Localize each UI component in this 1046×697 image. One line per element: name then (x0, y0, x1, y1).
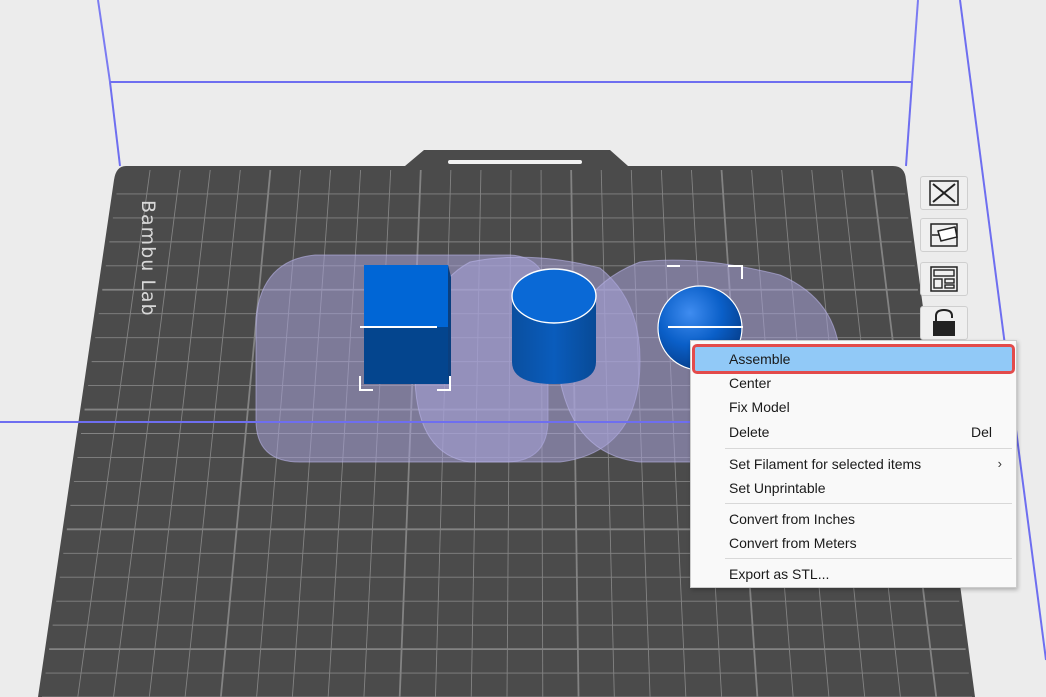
menu-item-export-stl[interactable]: Export as STL... (695, 562, 1012, 586)
menu-item-set-unprintable[interactable]: Set Unprintable (695, 476, 1012, 500)
menu-item-label: Set Unprintable (729, 480, 826, 496)
close-x-icon (929, 180, 959, 206)
menu-item-label: Export as STL... (729, 566, 830, 582)
menu-separator (725, 503, 1012, 504)
lock-button[interactable] (920, 306, 968, 340)
menu-item-assemble[interactable]: Assemble (692, 344, 1015, 374)
menu-item-delete[interactable]: Delete Del (695, 420, 1012, 444)
build-volume-back (97, 0, 919, 83)
menu-item-shortcut: Del (970, 424, 992, 440)
menu-item-convert-inches[interactable]: Convert from Inches (695, 507, 1012, 531)
menu-item-fix-model[interactable]: Fix Model (695, 395, 1012, 419)
menu-item-convert-meters[interactable]: Convert from Meters (695, 531, 1012, 555)
plate-brand-logo: Bambu Lab (137, 200, 159, 317)
auto-orient-button[interactable] (920, 218, 968, 252)
menu-item-label: Center (729, 375, 772, 391)
clear-plate-button[interactable] (920, 176, 968, 210)
orient-icon (930, 223, 958, 247)
context-menu: Assemble Center Fix Model Delete Del Set… (690, 340, 1017, 588)
menu-separator (725, 558, 1012, 559)
arrange-layout-icon (930, 266, 958, 292)
menu-item-set-filament[interactable]: Set Filament for selected items › (695, 452, 1012, 476)
menu-item-center[interactable]: Center (695, 371, 1012, 395)
menu-separator (725, 448, 1012, 449)
menu-item-label: Set Filament for selected items (729, 456, 922, 472)
cylinder-object[interactable] (511, 268, 597, 384)
chevron-right-icon: › (997, 456, 1002, 471)
menu-item-label: Delete (729, 424, 770, 440)
menu-item-label: Convert from Inches (729, 511, 856, 527)
arrange-button[interactable] (920, 262, 968, 296)
3d-viewport[interactable]: Bambu Lab Assemble Center Fix Model Dele… (0, 0, 1046, 697)
lock-icon (933, 308, 955, 336)
menu-item-label: Convert from Meters (729, 535, 857, 551)
menu-item-label: Assemble (729, 351, 791, 367)
menu-item-label: Fix Model (729, 399, 790, 415)
cube-object[interactable] (359, 265, 451, 391)
